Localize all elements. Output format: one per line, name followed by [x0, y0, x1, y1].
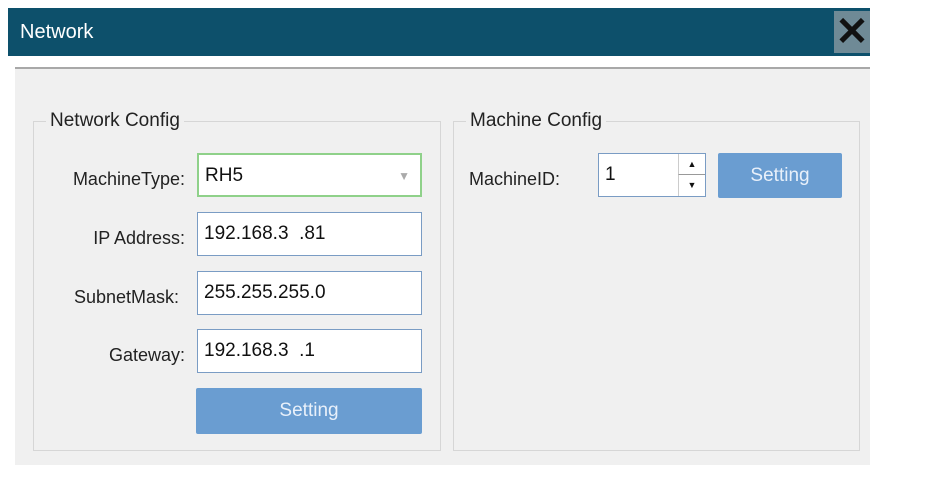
gateway-label: Gateway: [108, 345, 185, 365]
ip-address-input[interactable]: 192.168.3 .81 [197, 212, 422, 256]
machine-config-legend: Machine Config [466, 110, 607, 132]
gateway-input[interactable]: 192.168.3 .1 [197, 329, 422, 373]
machine-id-spinner[interactable]: 1 ▲ ▼ [598, 153, 706, 197]
machine-type-select[interactable]: RH5 ▼ [197, 153, 422, 197]
title-bar: Network ✕ [8, 8, 870, 56]
machine-type-value: RH5 [205, 165, 244, 186]
chevron-down-icon: ▼ [398, 169, 410, 183]
network-config-legend: Network Config [46, 110, 184, 132]
window-title: Network [20, 21, 94, 43]
subnet-mask-input[interactable]: 255.255.255.0 [197, 271, 422, 315]
spin-up-icon[interactable]: ▲ [678, 154, 705, 175]
machine-id-label: MachineID: [469, 169, 561, 189]
network-setting-button[interactable]: Setting [196, 388, 422, 434]
machine-id-value: 1 [605, 164, 616, 185]
ip-address-label: IP Address: [93, 228, 185, 248]
spin-down-icon[interactable]: ▼ [678, 175, 705, 196]
subnet-mask-label: SubnetMask: [73, 287, 179, 307]
dialog-body: Network Config MachineType: RH5 ▼ IP Add… [15, 67, 870, 465]
machine-type-label: MachineType: [72, 169, 185, 189]
machine-setting-button[interactable]: Setting [718, 153, 842, 198]
close-icon: ✕ [835, 10, 869, 54]
close-button[interactable]: ✕ [834, 11, 870, 53]
